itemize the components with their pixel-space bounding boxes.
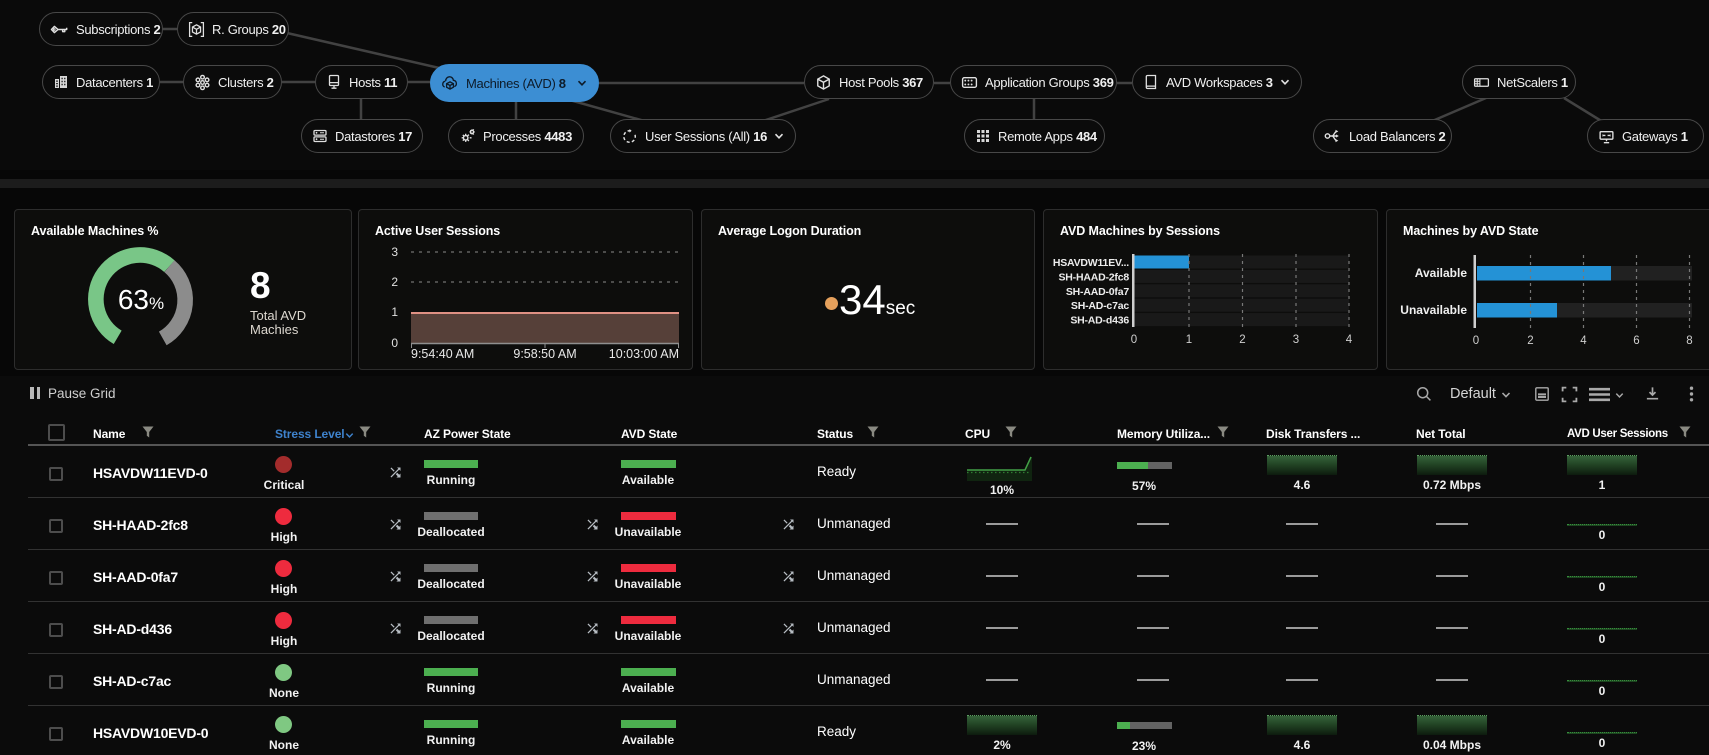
svg-text:SH-AD-c7ac: SH-AD-c7ac <box>1071 300 1129 312</box>
svg-text:0: 0 <box>391 336 398 350</box>
svg-text:SH-AD-d436: SH-AD-d436 <box>1070 315 1129 327</box>
svg-text:4: 4 <box>1580 335 1587 347</box>
svg-text:SH-AAD-0fa7: SH-AAD-0fa7 <box>1066 286 1130 298</box>
svg-text:9:54:40 AM: 9:54:40 AM <box>411 347 474 361</box>
svg-text:SH-HAAD-2fc8: SH-HAAD-2fc8 <box>1058 271 1129 283</box>
svg-text:2: 2 <box>391 275 398 289</box>
svg-text:Unavailable: Unavailable <box>1400 303 1467 317</box>
svg-text:0: 0 <box>1131 334 1137 346</box>
svg-text:10:03:00 AM: 10:03:00 AM <box>609 347 679 361</box>
svg-text:3: 3 <box>391 245 398 259</box>
svg-text:8: 8 <box>1686 335 1692 347</box>
svg-text:6: 6 <box>1633 335 1639 347</box>
svg-text:HSAVDW11EV...: HSAVDW11EV... <box>1053 257 1129 269</box>
svg-text:1: 1 <box>1186 334 1192 346</box>
svg-text:9:58:50 AM: 9:58:50 AM <box>513 347 576 361</box>
svg-text:2: 2 <box>1527 335 1533 347</box>
svg-text:2: 2 <box>1239 334 1245 346</box>
svg-text:3: 3 <box>1293 334 1299 346</box>
svg-text:Available: Available <box>1415 266 1468 280</box>
svg-text:1: 1 <box>391 305 398 319</box>
svg-text:4: 4 <box>1346 334 1353 346</box>
svg-text:0: 0 <box>1473 335 1479 347</box>
